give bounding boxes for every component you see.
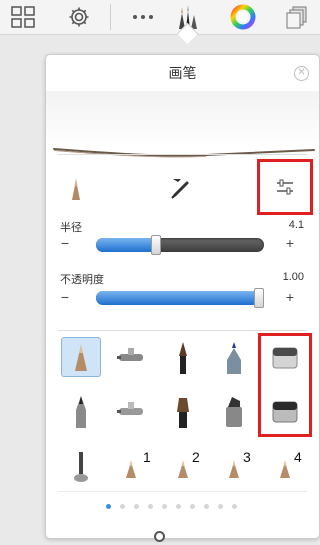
brush-number-4: 4 (294, 449, 302, 465)
opacity-value: 1.00 (282, 271, 304, 283)
brush-paintbrush[interactable] (163, 337, 203, 377)
page-dot[interactable] (204, 504, 209, 509)
opacity-slider-thumb[interactable] (254, 288, 264, 308)
panel-title: 画笔 (168, 65, 197, 81)
brush-airbrush[interactable] (111, 337, 151, 377)
radius-slider-fill (96, 238, 156, 252)
layers-icon[interactable] (282, 2, 312, 32)
page-dot[interactable] (232, 504, 237, 509)
close-icon[interactable]: ✕ (294, 66, 309, 81)
layout-grid-icon[interactable] (8, 2, 38, 32)
brush-number-3: 3 (243, 449, 251, 465)
radius-increase-button[interactable]: + (283, 235, 297, 251)
page-dot[interactable] (190, 504, 195, 509)
color-wheel-icon[interactable] (228, 2, 258, 32)
brush-chisel-marker[interactable] (214, 391, 254, 431)
page-dot[interactable] (148, 504, 153, 509)
brush-ink-pen[interactable] (61, 391, 101, 431)
brush-number-2: 2 (192, 449, 200, 465)
page-dot[interactable] (162, 504, 167, 509)
opacity-slider-fill (96, 291, 264, 305)
preview-divider (58, 154, 307, 155)
brush-marker[interactable] (214, 337, 254, 377)
radius-slider[interactable] (96, 238, 264, 252)
settings-gear-icon[interactable] (64, 2, 94, 32)
radius-value: 4.1 (288, 219, 304, 231)
brush-panel: 画笔 ✕ 半径 4.1 − + 不透明度 1.00 − + 1 2 3 4 (45, 54, 320, 539)
brush-page-indicator[interactable] (106, 504, 237, 509)
grid-divider (58, 491, 307, 492)
brush-settings-icon[interactable] (265, 167, 305, 207)
current-brush-icon[interactable] (56, 167, 96, 207)
radius-slider-thumb[interactable] (150, 235, 161, 255)
panel-bottom-handle[interactable] (154, 531, 165, 542)
brush-eraser-soft[interactable] (265, 337, 305, 377)
more-icon[interactable] (128, 2, 158, 32)
brush-number-1: 1 (143, 449, 151, 465)
top-toolbar (0, 0, 320, 45)
eyedropper-icon[interactable] (161, 167, 201, 207)
opacity-label: 不透明度 (60, 274, 104, 286)
brush-smudge[interactable] (61, 447, 101, 487)
radius-label: 半径 (60, 222, 82, 234)
page-dot[interactable] (120, 504, 125, 509)
radius-decrease-button[interactable]: − (58, 235, 72, 251)
brush-airbrush-fine[interactable] (111, 391, 151, 431)
brush-flat[interactable] (163, 391, 203, 431)
brush-eraser-hard[interactable] (265, 391, 305, 431)
opacity-increase-button[interactable]: + (283, 289, 297, 305)
page-dot[interactable] (218, 504, 223, 509)
toolbar-divider (110, 4, 111, 30)
page-dot[interactable] (106, 504, 111, 509)
page-dot[interactable] (134, 504, 139, 509)
brush-pencil-selected[interactable] (61, 337, 101, 377)
opacity-slider[interactable] (96, 291, 264, 305)
opacity-decrease-button[interactable]: − (58, 289, 72, 305)
page-dot[interactable] (176, 504, 181, 509)
sliders-divider (58, 330, 307, 331)
